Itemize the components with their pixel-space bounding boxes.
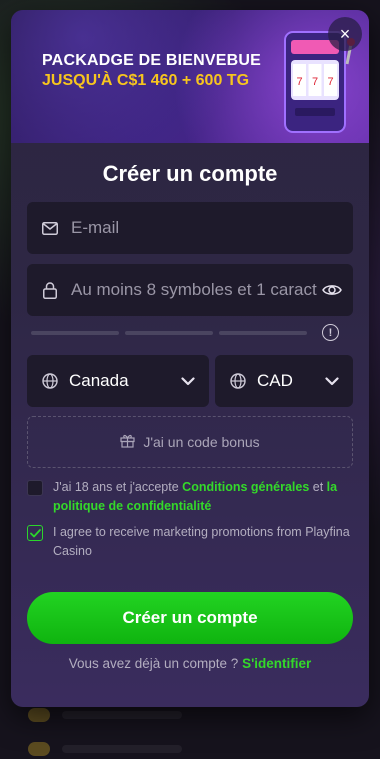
terms-text: J'ai 18 ans et j'accepte Conditions géné… — [53, 478, 353, 516]
banner-title: PACKADGE DE BIENVEBUE — [42, 52, 262, 69]
chevron-down-icon — [181, 371, 195, 391]
strength-segment — [125, 331, 213, 335]
marketing-text: I agree to receive marketing promotions … — [53, 525, 350, 558]
country-value: Canada — [69, 371, 129, 390]
currency-value: CAD — [257, 371, 293, 390]
terms-mid: et — [309, 480, 327, 494]
email-field — [27, 202, 353, 254]
terms-checkbox[interactable] — [27, 480, 43, 496]
chevron-down-icon — [325, 371, 339, 391]
svg-text:7: 7 — [327, 76, 333, 88]
globe-icon — [41, 372, 59, 390]
create-account-button[interactable]: Créer un compte — [27, 592, 353, 644]
marketing-checkbox[interactable] — [27, 525, 43, 541]
svg-text:7: 7 — [312, 76, 318, 88]
password-field — [27, 264, 353, 316]
backdrop-coin — [28, 708, 50, 722]
banner-subtitle: JUSQU'À C$1 460 + 600 TG — [42, 72, 250, 89]
signup-modal: PACKADGE DE BIENVEBUE JUSQU'À C$1 460 + … — [11, 10, 369, 707]
terms-prefix: J'ai 18 ans et j'accepte — [53, 480, 183, 494]
backdrop-line — [62, 745, 182, 753]
strength-segment — [219, 331, 307, 335]
globe-icon — [229, 372, 247, 390]
form-title: Créer un compte — [102, 161, 278, 186]
login-link[interactable]: S'identifier — [242, 656, 311, 671]
login-prompt-text: Vous avez déjà un compte ? — [68, 656, 243, 671]
envelope-icon — [41, 219, 59, 237]
welcome-banner: PACKADGE DE BIENVEBUE JUSQU'À C$1 460 + … — [11, 10, 369, 143]
checkmark-icon — [29, 528, 41, 537]
terms-consent: J'ai 18 ans et j'accepte Conditions géné… — [27, 478, 353, 516]
svg-text:7: 7 — [296, 76, 302, 88]
bonus-code-button[interactable]: J'ai un code bonus — [27, 416, 353, 468]
backdrop-coin — [28, 742, 50, 756]
close-button[interactable]: × — [328, 17, 362, 51]
strength-segment — [31, 331, 119, 335]
password-strength-meter — [31, 331, 307, 335]
email-input[interactable] — [71, 218, 353, 238]
info-icon[interactable]: ! — [322, 324, 339, 341]
show-password-icon[interactable] — [321, 279, 343, 301]
backdrop-line — [62, 711, 182, 719]
gift-icon — [120, 433, 135, 451]
country-select[interactable]: Canada — [27, 355, 209, 407]
login-prompt: Vous avez déjà un compte ? S'identifier — [11, 656, 369, 671]
password-input[interactable] — [71, 280, 317, 300]
terms-link[interactable]: Conditions générales — [182, 480, 309, 494]
lock-icon — [41, 281, 59, 299]
bonus-code-label: J'ai un code bonus — [143, 434, 260, 450]
marketing-consent: I agree to receive marketing promotions … — [27, 523, 353, 561]
currency-select[interactable]: CAD — [215, 355, 353, 407]
